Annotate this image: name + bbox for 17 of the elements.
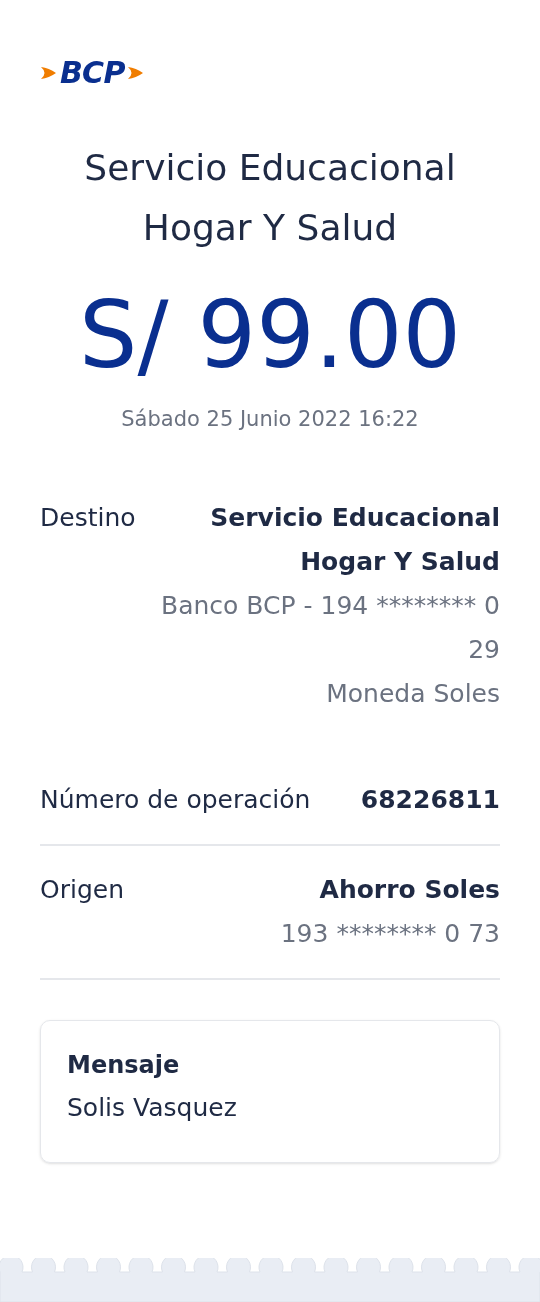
detail-value: Ahorro Soles bbox=[319, 873, 500, 906]
detail-label: Destino bbox=[40, 501, 136, 534]
detail-subtext: Moneda Soles bbox=[326, 677, 500, 710]
chevron-icon bbox=[40, 64, 58, 82]
message-heading: Mensaje bbox=[67, 1049, 181, 1081]
detail-value: Servicio Educacional Hogar Y Salud bbox=[209, 501, 500, 578]
chevron-icon bbox=[126, 64, 145, 82]
detail-label: Origen bbox=[40, 873, 124, 906]
logo-text: BCP bbox=[60, 58, 125, 88]
message-text: Solis Vasquez bbox=[67, 1091, 238, 1124]
detail-subtext: Banco BCP - 194 ******** 0 29 bbox=[160, 589, 500, 666]
payee-title: Servicio Educacional Hogar Y Salud bbox=[83, 146, 457, 250]
detail-value: 68226811 bbox=[360, 783, 500, 816]
detail-subtext: 193 ******** 0 73 bbox=[280, 917, 500, 950]
amount: S/ 99.00 bbox=[78, 281, 462, 391]
date-time: Sábado 25 Junio 2022 16:22 bbox=[120, 406, 420, 433]
detail-label: Número de operación bbox=[40, 783, 311, 816]
